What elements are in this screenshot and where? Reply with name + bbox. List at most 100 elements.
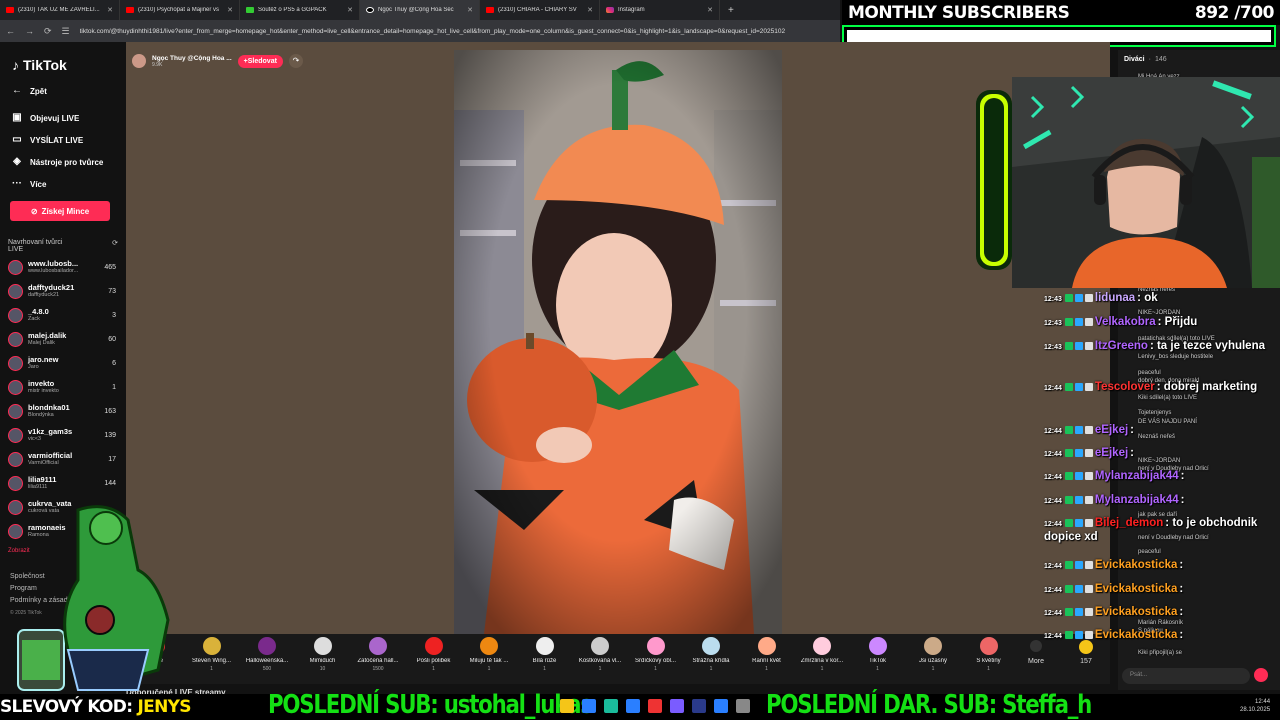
chat-badge-icon: [1064, 448, 1073, 457]
taskbar-app-icon[interactable]: [648, 699, 662, 713]
gift-icon: [757, 637, 776, 655]
back-link[interactable]: ← Zpět: [12, 86, 47, 96]
taskbar-app-icon[interactable]: [582, 699, 596, 713]
gift-item[interactable]: Srdíčkový obl... 1: [630, 637, 682, 672]
creator-viewer-count: 6: [112, 359, 116, 367]
chat-text: : Přijdu: [1157, 316, 1198, 328]
creator-item[interactable]: malej.dalik Malej Dalik 60: [8, 328, 116, 350]
nav-explore-live[interactable]: ▣ Objevuj LIVE: [12, 113, 79, 123]
follow-button[interactable]: +Sledovat: [237, 54, 283, 68]
creator-item[interactable]: invekto mistr invekto 1: [8, 376, 116, 398]
creator-item[interactable]: jaro.new Jaro 6: [8, 352, 116, 374]
chat-text: :: [1180, 470, 1185, 482]
gift-item[interactable]: Jsi úžasný 1: [907, 637, 959, 672]
close-icon[interactable]: ✕: [467, 6, 473, 14]
taskbar-app-icon[interactable]: [560, 699, 574, 713]
host-avatar[interactable]: [132, 54, 146, 68]
gifts-more-button[interactable]: More: [1022, 640, 1050, 665]
chat-badge-icon: [1064, 607, 1073, 616]
browser-tab[interactable]: Instagram ✕: [600, 0, 720, 20]
creator-name: malej.dalik: [28, 331, 67, 340]
close-icon[interactable]: ✕: [107, 6, 113, 14]
tiktok-chat-line: Lenivy_bos sleduje hostitele: [1138, 354, 1214, 360]
gift-item[interactable]: Zatočená hall... 1500: [352, 637, 404, 672]
gift-name: S květiny: [976, 658, 1001, 664]
gift-item[interactable]: TikTok 1: [852, 637, 904, 672]
gift-name: Srdíčkový obl...: [634, 658, 676, 664]
taskbar-app-icon[interactable]: [670, 699, 684, 713]
nav-more[interactable]: ··· Více: [12, 179, 46, 189]
gift-name: TikTok: [868, 658, 887, 664]
chat-time: 12:44: [1044, 428, 1062, 435]
browser-tab[interactable]: (2310) CHIARA - CHIARY SV ✕: [480, 0, 600, 20]
taskbar-app-icon[interactable]: [736, 699, 750, 713]
chat-message: 12:43 ItzGreeno: ta je tezce vyhulena: [1044, 340, 1278, 354]
send-gift-icon[interactable]: [1254, 668, 1268, 682]
taskbar-app-icon[interactable]: [692, 699, 706, 713]
tiktok-chat-line: peaceful: [1138, 549, 1161, 555]
gift-cost: 1: [876, 666, 879, 672]
gift-item[interactable]: Ranní květ 1: [741, 637, 793, 672]
creator-viewer-count: 163: [104, 407, 116, 415]
chat-input[interactable]: Psát...: [1122, 668, 1250, 684]
get-coins-button[interactable]: ⊘ Získej Mince: [10, 201, 110, 221]
reload-icon[interactable]: ⟳: [44, 26, 52, 37]
close-icon[interactable]: ✕: [707, 6, 713, 14]
avatar: [8, 451, 23, 467]
tab-label: (2310) TAK UŽ MĚ ZAVŘELI...: [18, 7, 100, 13]
taskbar-app-icon[interactable]: [626, 699, 640, 713]
chat-message: 12:43 lidunaa: ok: [1044, 292, 1278, 306]
gift-item[interactable]: Zmrzlina v kor... 1: [796, 637, 848, 672]
new-tab-button[interactable]: +: [728, 5, 734, 16]
browser-tab[interactable]: (2310) TAK UŽ MĚ ZAVŘELI... ✕: [0, 0, 120, 20]
creator-item[interactable]: www.lubosb... www.lubosbailador... 465: [8, 256, 116, 278]
chat-badge-icon: [1084, 448, 1093, 457]
system-clock: 12:44 28.10.2025: [1240, 698, 1270, 714]
gift-item[interactable]: Kostkovaná vl... 1: [574, 637, 626, 672]
url-input[interactable]: tiktok.com/@thuydinhthi1981/live?enter_f…: [80, 28, 840, 35]
creator-item[interactable]: blondnka01 Blondýnka 163: [8, 400, 116, 422]
site-settings-icon[interactable]: ☰: [62, 26, 70, 37]
forward-arrow-icon[interactable]: →: [25, 26, 34, 36]
creator-item[interactable]: v1kz_gam3s vic<3 139: [8, 424, 116, 446]
gift-item[interactable]: Mimiduch 10: [297, 637, 349, 672]
gift-item[interactable]: Halloweenská... 500: [241, 637, 293, 672]
tiktok-logo[interactable]: ♪ TikTok: [12, 57, 67, 73]
creator-item[interactable]: lilia9111 lilia9111 144: [8, 472, 116, 494]
gift-item[interactable]: Miluju tě tak ... 1: [463, 637, 515, 672]
host-name[interactable]: Ngọc Thuy @Cộng Hoa ...: [152, 55, 232, 62]
coin-balance[interactable]: 157: [1072, 640, 1100, 665]
creator-item[interactable]: _4.8.0 Zack 3: [8, 304, 116, 326]
gifts-more-label: More: [1028, 658, 1044, 665]
chat-badge-icon: [1074, 341, 1083, 350]
close-icon[interactable]: ✕: [347, 6, 353, 14]
creator-item[interactable]: varmiofficial VarmiOfficial 17: [8, 448, 116, 470]
gift-item[interactable]: S květiny 1: [963, 637, 1015, 672]
gift-item[interactable]: Steven Wing... 1: [186, 637, 238, 672]
close-icon[interactable]: ✕: [587, 6, 593, 14]
close-icon[interactable]: ✕: [227, 6, 233, 14]
nav-creator-tools[interactable]: ◈ Nástroje pro tvůrce: [12, 157, 103, 167]
browser-tab[interactable]: Ngọc Thuy @Cộng Hoa Séc ✕: [360, 0, 480, 20]
creator-subtitle: Blondýnka: [28, 412, 54, 418]
live-video[interactable]: [454, 50, 782, 634]
share-icon[interactable]: ↷: [288, 54, 303, 68]
nav-label: Objevuj LIVE: [30, 113, 80, 123]
gift-item[interactable]: Bílá růže 1: [519, 637, 571, 672]
taskbar-app-icon[interactable]: [604, 699, 618, 713]
chat-username: Evickakosticka: [1094, 583, 1178, 595]
back-arrow-icon[interactable]: ←: [6, 26, 15, 36]
chat-text: : ta je tezce vyhulena: [1149, 340, 1265, 352]
gift-item[interactable]: Pošli polibek 1: [408, 637, 460, 672]
taskbar-app-icon[interactable]: [714, 699, 728, 713]
chat-time: 12:44: [1044, 451, 1062, 458]
refresh-icon[interactable]: ⟳: [112, 239, 118, 253]
gift-item[interactable]: Strážná křídla 1: [685, 637, 737, 672]
chat-time: 12:44: [1044, 498, 1062, 505]
browser-tab[interactable]: (2310) Psychopat a Majiner vs ✕: [120, 0, 240, 20]
browser-tab[interactable]: Soutěž o PS5 a GGPACK ✕: [240, 0, 360, 20]
tiktok-note-icon: ♪: [12, 57, 19, 73]
camera-icon: ▭: [12, 134, 22, 145]
creator-item[interactable]: dafftyduck21 dafftyduck21 73: [8, 280, 116, 302]
nav-go-live[interactable]: ▭ VYSÍLAT LIVE: [12, 135, 83, 145]
